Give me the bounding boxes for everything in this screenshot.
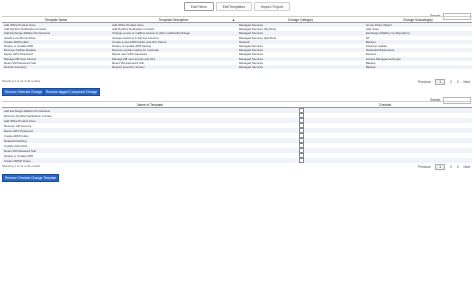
tab-edit-filters[interactable]: Edit Filters: [183, 2, 214, 11]
table-info-top: Showing 1 to 11 of 11 entries: [2, 79, 41, 83]
table-cell: Managed Services: [236, 64, 364, 70]
sort-asc-icon: ▲: [231, 17, 235, 22]
pagination-previous[interactable]: Previous: [418, 80, 430, 84]
table-info-bottom: Showing 1 to 11 of 11 entries: [2, 164, 41, 168]
templates-table: Template Name Template Description ▲ Cha…: [2, 16, 472, 70]
table-row[interactable]: Create SWSP Group: [2, 158, 472, 163]
table-cell: Restrict Inventory Screen: [110, 64, 237, 70]
tab-bar: Edit Filters Edit Templates Import / Exp…: [0, 2, 474, 11]
remove-tagged-compound-change-button[interactable]: Remove tagged Compound Change: [43, 88, 101, 96]
table-cell: Backup: [363, 64, 472, 70]
pagination-previous[interactable]: Previous: [418, 165, 430, 169]
pagination-bottom: Previous 1 2 3 Next: [414, 164, 470, 170]
table-row[interactable]: Restrict Inventory Restrict Inventory Scr…: [2, 64, 472, 70]
row-checkbox[interactable]: [299, 158, 305, 163]
remove-selected-change-button[interactable]: Remove Selected Change: [2, 88, 46, 96]
pagination-page-1[interactable]: 1: [435, 79, 446, 85]
pagination-top: Previous 1 2 3 Next: [414, 79, 470, 85]
pagination-page-1[interactable]: 1: [435, 164, 446, 170]
col-header-label: Template Description: [158, 17, 189, 22]
pagination-next[interactable]: Next: [463, 80, 470, 84]
remove-checked-change-template-button[interactable]: Remove Checked Change Template: [2, 174, 60, 182]
pagination-page-3[interactable]: 3: [457, 165, 459, 169]
checked-templates-table: Name of Template Checked Add Exchange Ma…: [2, 101, 472, 163]
template-name-cell: Create SWSP Group: [2, 158, 299, 163]
tab-import-export[interactable]: Import / Export: [253, 2, 291, 11]
table-cell: Restrict Inventory: [2, 64, 111, 70]
pagination-page-2[interactable]: 2: [450, 165, 452, 169]
tab-edit-templates[interactable]: Edit Templates: [215, 2, 252, 11]
pagination-next[interactable]: Next: [463, 165, 470, 169]
pagination-page-2[interactable]: 2: [450, 80, 452, 84]
pagination-page-3[interactable]: 3: [457, 80, 459, 84]
col-header-template-description[interactable]: Template Description ▲: [110, 16, 237, 23]
checked-cell: [298, 158, 472, 163]
